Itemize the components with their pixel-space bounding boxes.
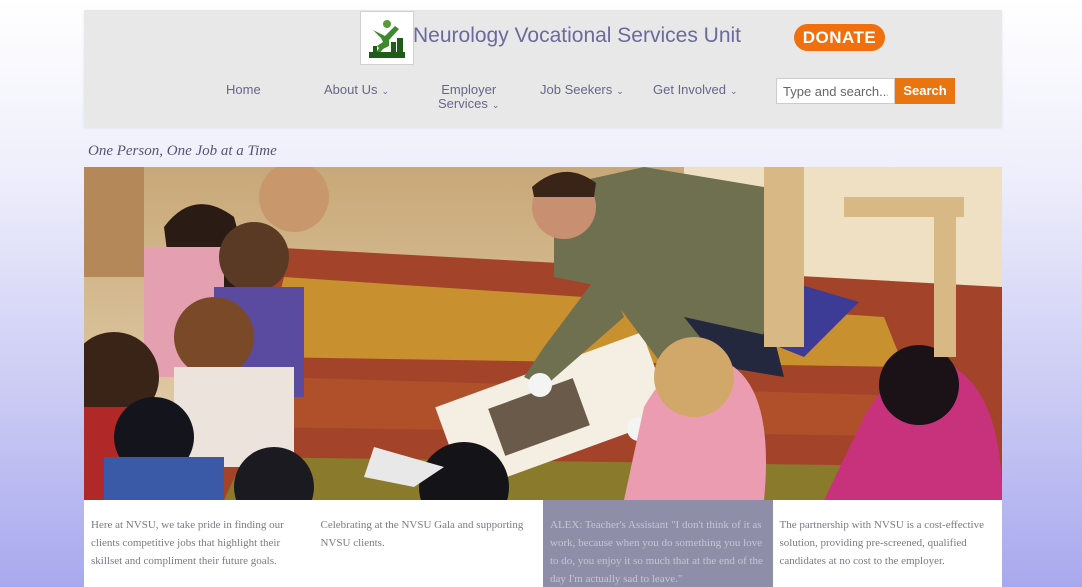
chevron-down-icon: ⌄ bbox=[616, 86, 624, 96]
info-panel-testimonial[interactable]: ALEX: Teacher's Assistant "I don't think… bbox=[543, 500, 773, 587]
tagline: One Person, One Job at a Time bbox=[88, 143, 277, 159]
nav-job-seekers-label: Job Seekers bbox=[540, 82, 613, 97]
info-panel-gala[interactable]: Celebrating at the NVSU Gala and support… bbox=[313, 500, 543, 587]
site-title[interactable]: Neurology Vocational Services Unit bbox=[413, 24, 741, 48]
nav-employer-services[interactable]: Employer Services ⌄ bbox=[438, 83, 499, 112]
nav-employer-label-line1: Employer bbox=[441, 82, 497, 97]
hero-photo[interactable] bbox=[84, 167, 1002, 500]
search-input[interactable] bbox=[776, 78, 895, 104]
nav-get-involved[interactable]: Get Involved ⌄ bbox=[653, 83, 738, 98]
info-panel-intro[interactable]: Here at NVSU, we take pride in finding o… bbox=[84, 500, 314, 587]
donate-button[interactable]: DONATE bbox=[794, 24, 885, 51]
chevron-down-icon: ⌄ bbox=[491, 100, 500, 110]
site-header: Neurology Vocational Services Unit DONAT… bbox=[84, 10, 1002, 127]
info-panel-partnership[interactable]: The partnership with NVSU is a cost-effe… bbox=[772, 500, 1002, 587]
nvsu-logo-icon[interactable] bbox=[360, 11, 414, 65]
nav-home-label: Home bbox=[226, 82, 261, 97]
nav-home[interactable]: Home bbox=[226, 83, 261, 97]
nav-get-involved-label: Get Involved bbox=[653, 82, 726, 97]
nav-job-seekers[interactable]: Job Seekers ⌄ bbox=[540, 83, 624, 98]
chevron-down-icon: ⌄ bbox=[381, 86, 390, 96]
nav-about-label: About Us bbox=[324, 82, 378, 97]
chevron-down-icon: ⌄ bbox=[730, 86, 738, 96]
info-panels: Here at NVSU, we take pride in finding o… bbox=[84, 500, 1002, 587]
nav-employer-label-line2: Services bbox=[438, 96, 488, 111]
nav-about-us[interactable]: About Us ⌄ bbox=[324, 83, 389, 98]
search-button[interactable]: Search bbox=[895, 78, 955, 104]
